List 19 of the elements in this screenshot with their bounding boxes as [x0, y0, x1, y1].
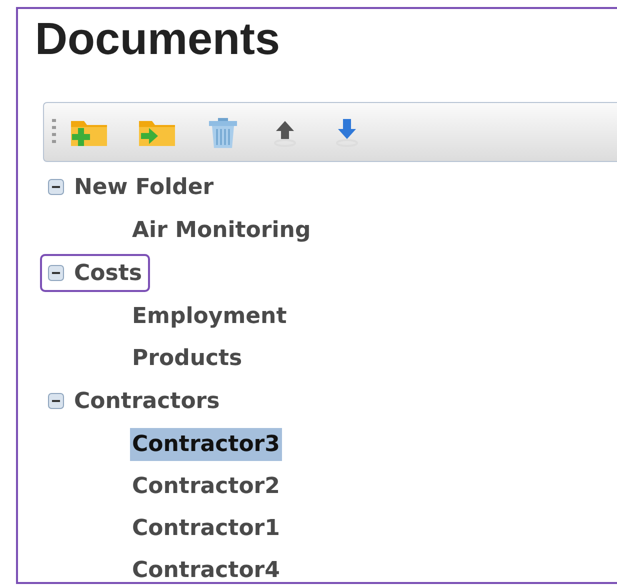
collapse-icon[interactable]	[48, 393, 64, 409]
folder-label: New Folder	[74, 174, 214, 200]
page-title: Documents	[35, 13, 282, 65]
tree-item[interactable]: Employment	[130, 300, 289, 332]
tree-item[interactable]: Contractor2	[130, 470, 282, 502]
grip-icon	[52, 119, 56, 145]
tree-item[interactable]: Contractor3	[130, 428, 282, 460]
folder-label: Contractors	[74, 388, 220, 414]
collapse-icon[interactable]	[48, 179, 64, 195]
folder-label: Costs	[74, 260, 142, 286]
tree-item[interactable]: Products	[130, 342, 244, 374]
collapse-icon[interactable]	[48, 265, 64, 281]
tree-folder[interactable]: Costs	[40, 254, 150, 292]
tree-folder[interactable]: New Folder	[40, 168, 222, 206]
trash-icon	[206, 115, 240, 149]
tree-item[interactable]: Contractor4	[130, 554, 282, 582]
tree-item[interactable]: Air Monitoring	[130, 214, 313, 246]
tree-folder[interactable]: Contractors	[40, 382, 228, 420]
tree-item[interactable]: Contractor1	[130, 512, 282, 544]
